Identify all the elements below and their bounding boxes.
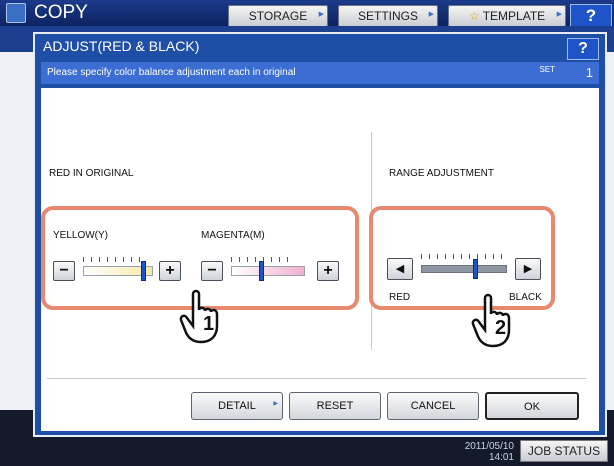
range-ticks xyxy=(421,254,503,259)
set-count: 1 xyxy=(585,65,593,80)
magenta-plus-button[interactable]: + xyxy=(317,261,339,281)
dialog-help-button[interactable]: ? xyxy=(567,38,599,60)
tab-template[interactable]: ☆ TEMPLATE ▶ xyxy=(448,5,566,27)
message-bar: Please specify color balance adjustment … xyxy=(41,62,599,84)
tab-arrow-icon: ▶ xyxy=(428,11,434,18)
yellow-slider[interactable] xyxy=(83,261,153,281)
callout-number: 2 xyxy=(495,317,506,339)
right-arrow-icon: ▶ xyxy=(523,263,533,275)
magenta-label: MAGENTA(M) xyxy=(201,230,265,241)
magenta-minus-button[interactable]: − xyxy=(201,261,223,281)
range-adjustment-label: RANGE ADJUSTMENT xyxy=(389,168,495,179)
reset-button[interactable]: RESET xyxy=(289,392,381,420)
detail-button-label: DETAIL xyxy=(218,400,256,412)
time-text: 14:01 xyxy=(488,452,514,463)
tab-settings[interactable]: SETTINGS ▶ xyxy=(338,5,438,27)
cancel-button[interactable]: CANCEL xyxy=(387,392,479,420)
tab-storage-label: STORAGE xyxy=(248,9,308,23)
range-slider[interactable] xyxy=(421,259,507,279)
set-label: SET xyxy=(539,65,555,74)
hand-pointer-icon: 1 xyxy=(179,289,219,344)
job-status-button[interactable]: JOB STATUS xyxy=(520,440,608,462)
copy-icon xyxy=(6,3,26,23)
tab-template-label: TEMPLATE xyxy=(482,9,546,23)
app-header: COPY STORAGE ▶ SETTINGS ▶ ☆ TEMPLATE ▶ ? xyxy=(0,0,614,28)
message-text: Please specify color balance adjustment … xyxy=(47,67,296,78)
range-left-arrow-button[interactable]: ◀ xyxy=(387,258,413,280)
datetime: 2011/05/10 14:01 xyxy=(430,441,514,463)
adjust-dialog: ADJUST(RED & BLACK) ? Please specify col… xyxy=(33,32,607,437)
red-in-original-label: RED IN ORIGINAL xyxy=(49,168,134,179)
ok-button[interactable]: OK xyxy=(485,392,579,420)
dialog-content: RED IN ORIGINAL YELLOW(Y) − + MAGENTA(M)… xyxy=(41,88,599,431)
app-title: COPY xyxy=(34,2,88,23)
tab-settings-label: SETTINGS xyxy=(357,9,418,23)
tab-storage[interactable]: STORAGE ▶ xyxy=(228,5,328,27)
yellow-label: YELLOW(Y) xyxy=(53,230,109,241)
callout-number: 1 xyxy=(203,313,214,335)
magenta-slider-thumb[interactable] xyxy=(259,261,264,281)
range-slider-thumb[interactable] xyxy=(473,259,478,279)
range-red-label: RED xyxy=(389,292,411,303)
yellow-slider-thumb[interactable] xyxy=(141,261,146,281)
dialog-title: ADJUST(RED & BLACK) xyxy=(43,38,200,54)
range-right-arrow-button[interactable]: ▶ xyxy=(515,258,541,280)
yellow-ticks xyxy=(83,257,140,262)
detail-arrow-icon: ▶ xyxy=(273,401,278,407)
app-help-button[interactable]: ? xyxy=(570,4,612,28)
yellow-minus-button[interactable]: − xyxy=(53,261,75,281)
date-text: 2011/05/10 xyxy=(464,441,514,452)
left-arrow-icon: ◀ xyxy=(395,263,405,275)
yellow-plus-button[interactable]: + xyxy=(159,261,181,281)
tab-arrow-icon: ▶ xyxy=(318,11,324,18)
detail-button[interactable]: DETAIL ▶ xyxy=(191,392,283,420)
divider xyxy=(47,378,587,379)
hand-pointer-icon: 2 xyxy=(471,293,511,348)
star-icon: ☆ xyxy=(468,9,480,23)
tab-arrow-icon: ▶ xyxy=(556,11,562,18)
magenta-slider[interactable] xyxy=(231,261,305,281)
